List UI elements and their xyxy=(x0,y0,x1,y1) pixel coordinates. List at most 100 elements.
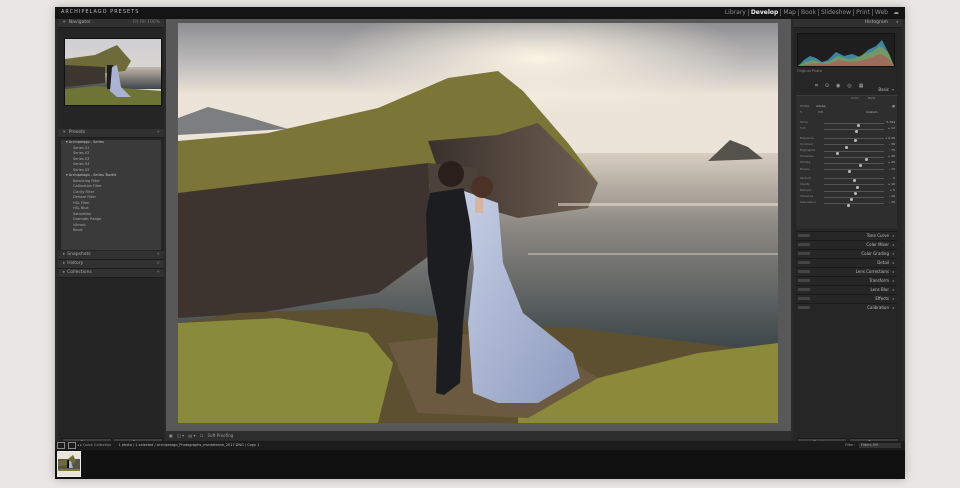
module-print[interactable]: Print xyxy=(853,9,872,16)
panel-switch-icon[interactable] xyxy=(798,279,810,282)
expand-triangle-icon: ▸ xyxy=(63,270,66,275)
section-header-tone-curve[interactable]: Tone Curve ◂ xyxy=(796,231,897,240)
clear-history-icon[interactable]: × xyxy=(156,260,160,268)
wb-eyedropper-icon[interactable]: ✎ xyxy=(800,110,803,114)
grid-view-icon[interactable] xyxy=(68,441,77,449)
filmstrip-thumbnail[interactable] xyxy=(57,451,81,477)
filmstrip-bar: ◂ ▸ Quick Collection 1 photo / 1 selecte… xyxy=(55,441,905,450)
panel-switch-icon[interactable] xyxy=(798,306,810,309)
slider-value[interactable]: - 75 xyxy=(889,148,895,152)
panel-switch-icon[interactable] xyxy=(798,288,810,291)
section-header-lens-blur[interactable]: Lens Blur ◂ xyxy=(796,285,897,294)
ref-view-icon[interactable]: ▤ ▾ xyxy=(188,433,195,438)
panel-switch-icon[interactable] xyxy=(798,243,810,246)
basic-header[interactable]: Basic ▾ xyxy=(796,86,897,94)
navigator-preview[interactable] xyxy=(64,38,162,106)
soft-proofing-checkbox[interactable]: ☐ Soft Proofing xyxy=(200,433,233,438)
slider-knob[interactable] xyxy=(854,130,858,134)
slider-track[interactable] xyxy=(824,150,884,155)
navigator-zoom-options[interactable]: Fit Fill 100% xyxy=(133,19,160,27)
add-snapshot-icon[interactable]: + xyxy=(156,251,160,259)
slider-label: Saturation xyxy=(800,200,816,205)
expand-triangle-icon: ▸ xyxy=(63,261,66,266)
slider-label: Shadows xyxy=(800,154,814,159)
slider-label: Vibrance xyxy=(800,194,814,199)
slider-track[interactable] xyxy=(824,184,884,189)
slider-track[interactable] xyxy=(824,190,884,195)
panel-switch-icon[interactable] xyxy=(798,261,810,264)
slider-track[interactable] xyxy=(824,144,884,149)
secondary-display-icon[interactable] xyxy=(57,441,65,449)
slider-value[interactable]: + 5 xyxy=(890,188,895,192)
panel-switch-icon[interactable] xyxy=(798,252,810,255)
wb-row: ✎ WB Custom xyxy=(800,110,878,115)
module-library[interactable]: Library xyxy=(723,9,748,16)
treatment-color[interactable]: Color xyxy=(851,96,859,100)
slider-track[interactable] xyxy=(824,122,884,127)
lightroom-window: ARCHIPELAGO PRESETS Library Develop Map … xyxy=(55,7,905,479)
slider-track[interactable] xyxy=(824,169,884,174)
slider-row: Tint + 12 xyxy=(796,126,897,134)
slider-value[interactable]: + 12 xyxy=(888,126,895,130)
slider-value[interactable]: - 20 xyxy=(889,200,895,204)
slider-track[interactable] xyxy=(824,178,884,183)
compare-view-icon[interactable]: ◫ ▾ xyxy=(177,433,184,438)
expand-triangle-icon: ◂ xyxy=(891,269,894,274)
section-header-effects[interactable]: Effects ◂ xyxy=(796,294,897,303)
slider-value[interactable]: + 20 xyxy=(888,160,895,164)
slider-track[interactable] xyxy=(824,156,884,161)
profile-browser-icon[interactable]: ▦ xyxy=(892,104,895,108)
slider-track[interactable] xyxy=(824,138,884,143)
module-develop[interactable]: Develop xyxy=(747,9,781,16)
histogram-header[interactable]: Histogram ◂ xyxy=(793,19,902,28)
panel-switch-icon[interactable] xyxy=(798,297,810,300)
filter-select[interactable]: Filters Off xyxy=(859,442,901,448)
slider-knob[interactable] xyxy=(847,170,851,174)
filmstrip-source[interactable]: Quick Collection xyxy=(83,443,111,447)
history-header[interactable]: ▸ History × xyxy=(58,260,164,269)
treatment-bw[interactable]: B&W xyxy=(868,96,875,100)
snapshots-header[interactable]: ▸ Snapshots + xyxy=(58,251,164,260)
presets-header[interactable]: ▾ Presets + xyxy=(58,129,164,138)
profile-select[interactable]: Adobe xyxy=(816,104,826,108)
preset-item[interactable]: Reset xyxy=(61,228,161,234)
slider-track[interactable] xyxy=(824,196,884,202)
slider-value[interactable]: + 45 xyxy=(888,154,895,158)
slider-value[interactable]: - 10 xyxy=(889,194,895,198)
left-panel: ▾ Navigator Fit Fill 100% ▾ Presets + ▾ … xyxy=(58,19,164,448)
navigator-header[interactable]: ▾ Navigator Fit Fill 100% xyxy=(58,19,164,28)
panel-switch-icon[interactable] xyxy=(798,270,810,273)
module-web[interactable]: Web xyxy=(871,9,890,16)
section-header-detail[interactable]: Detail ◂ xyxy=(796,258,897,267)
cloud-icon[interactable]: ☁ xyxy=(890,9,901,16)
main-photo[interactable] xyxy=(178,23,778,423)
module-book[interactable]: Book xyxy=(798,9,818,16)
add-collection-icon[interactable]: + xyxy=(156,269,160,277)
section-header-color-mixer[interactable]: Color Mixer ◂ xyxy=(796,240,897,249)
slider-value[interactable]: 0 xyxy=(893,176,895,180)
slider-track[interactable] xyxy=(824,128,884,134)
slider-track[interactable] xyxy=(824,203,884,208)
wb-select[interactable]: Custom xyxy=(866,110,878,114)
slider-value[interactable]: - 15 xyxy=(889,167,895,171)
panel-switch-icon[interactable] xyxy=(798,234,810,237)
slider-value[interactable]: + 10 xyxy=(888,182,895,186)
loupe-view-icon[interactable]: ▣ xyxy=(169,433,173,438)
slider-label: Temp xyxy=(800,120,808,125)
add-preset-icon[interactable]: + xyxy=(156,129,160,137)
section-header-lens-corrections[interactable]: Lens Corrections ◂ xyxy=(796,267,897,276)
module-map[interactable]: Map xyxy=(780,9,798,16)
slider-label: Clarity xyxy=(800,181,810,186)
section-header-color-grading[interactable]: Color Grading ◂ xyxy=(796,249,897,258)
module-slideshow[interactable]: Slideshow xyxy=(817,9,853,16)
slider-track[interactable] xyxy=(824,162,884,168)
module-picker: Library Develop Map Book Slideshow Print… xyxy=(723,9,901,16)
slider-value[interactable]: + 0.20 xyxy=(885,136,895,140)
slider-value[interactable]: - 30 xyxy=(889,142,895,146)
section-header-calibration[interactable]: Calibration ◂ xyxy=(796,303,897,312)
section-header-transform[interactable]: Transform ◂ xyxy=(796,276,897,285)
collections-header[interactable]: ▸ Collections + xyxy=(58,269,164,278)
slider-value[interactable]: 5,794 xyxy=(886,120,895,124)
slider-label: Contrast xyxy=(800,141,813,146)
slider-knob[interactable] xyxy=(846,204,850,208)
